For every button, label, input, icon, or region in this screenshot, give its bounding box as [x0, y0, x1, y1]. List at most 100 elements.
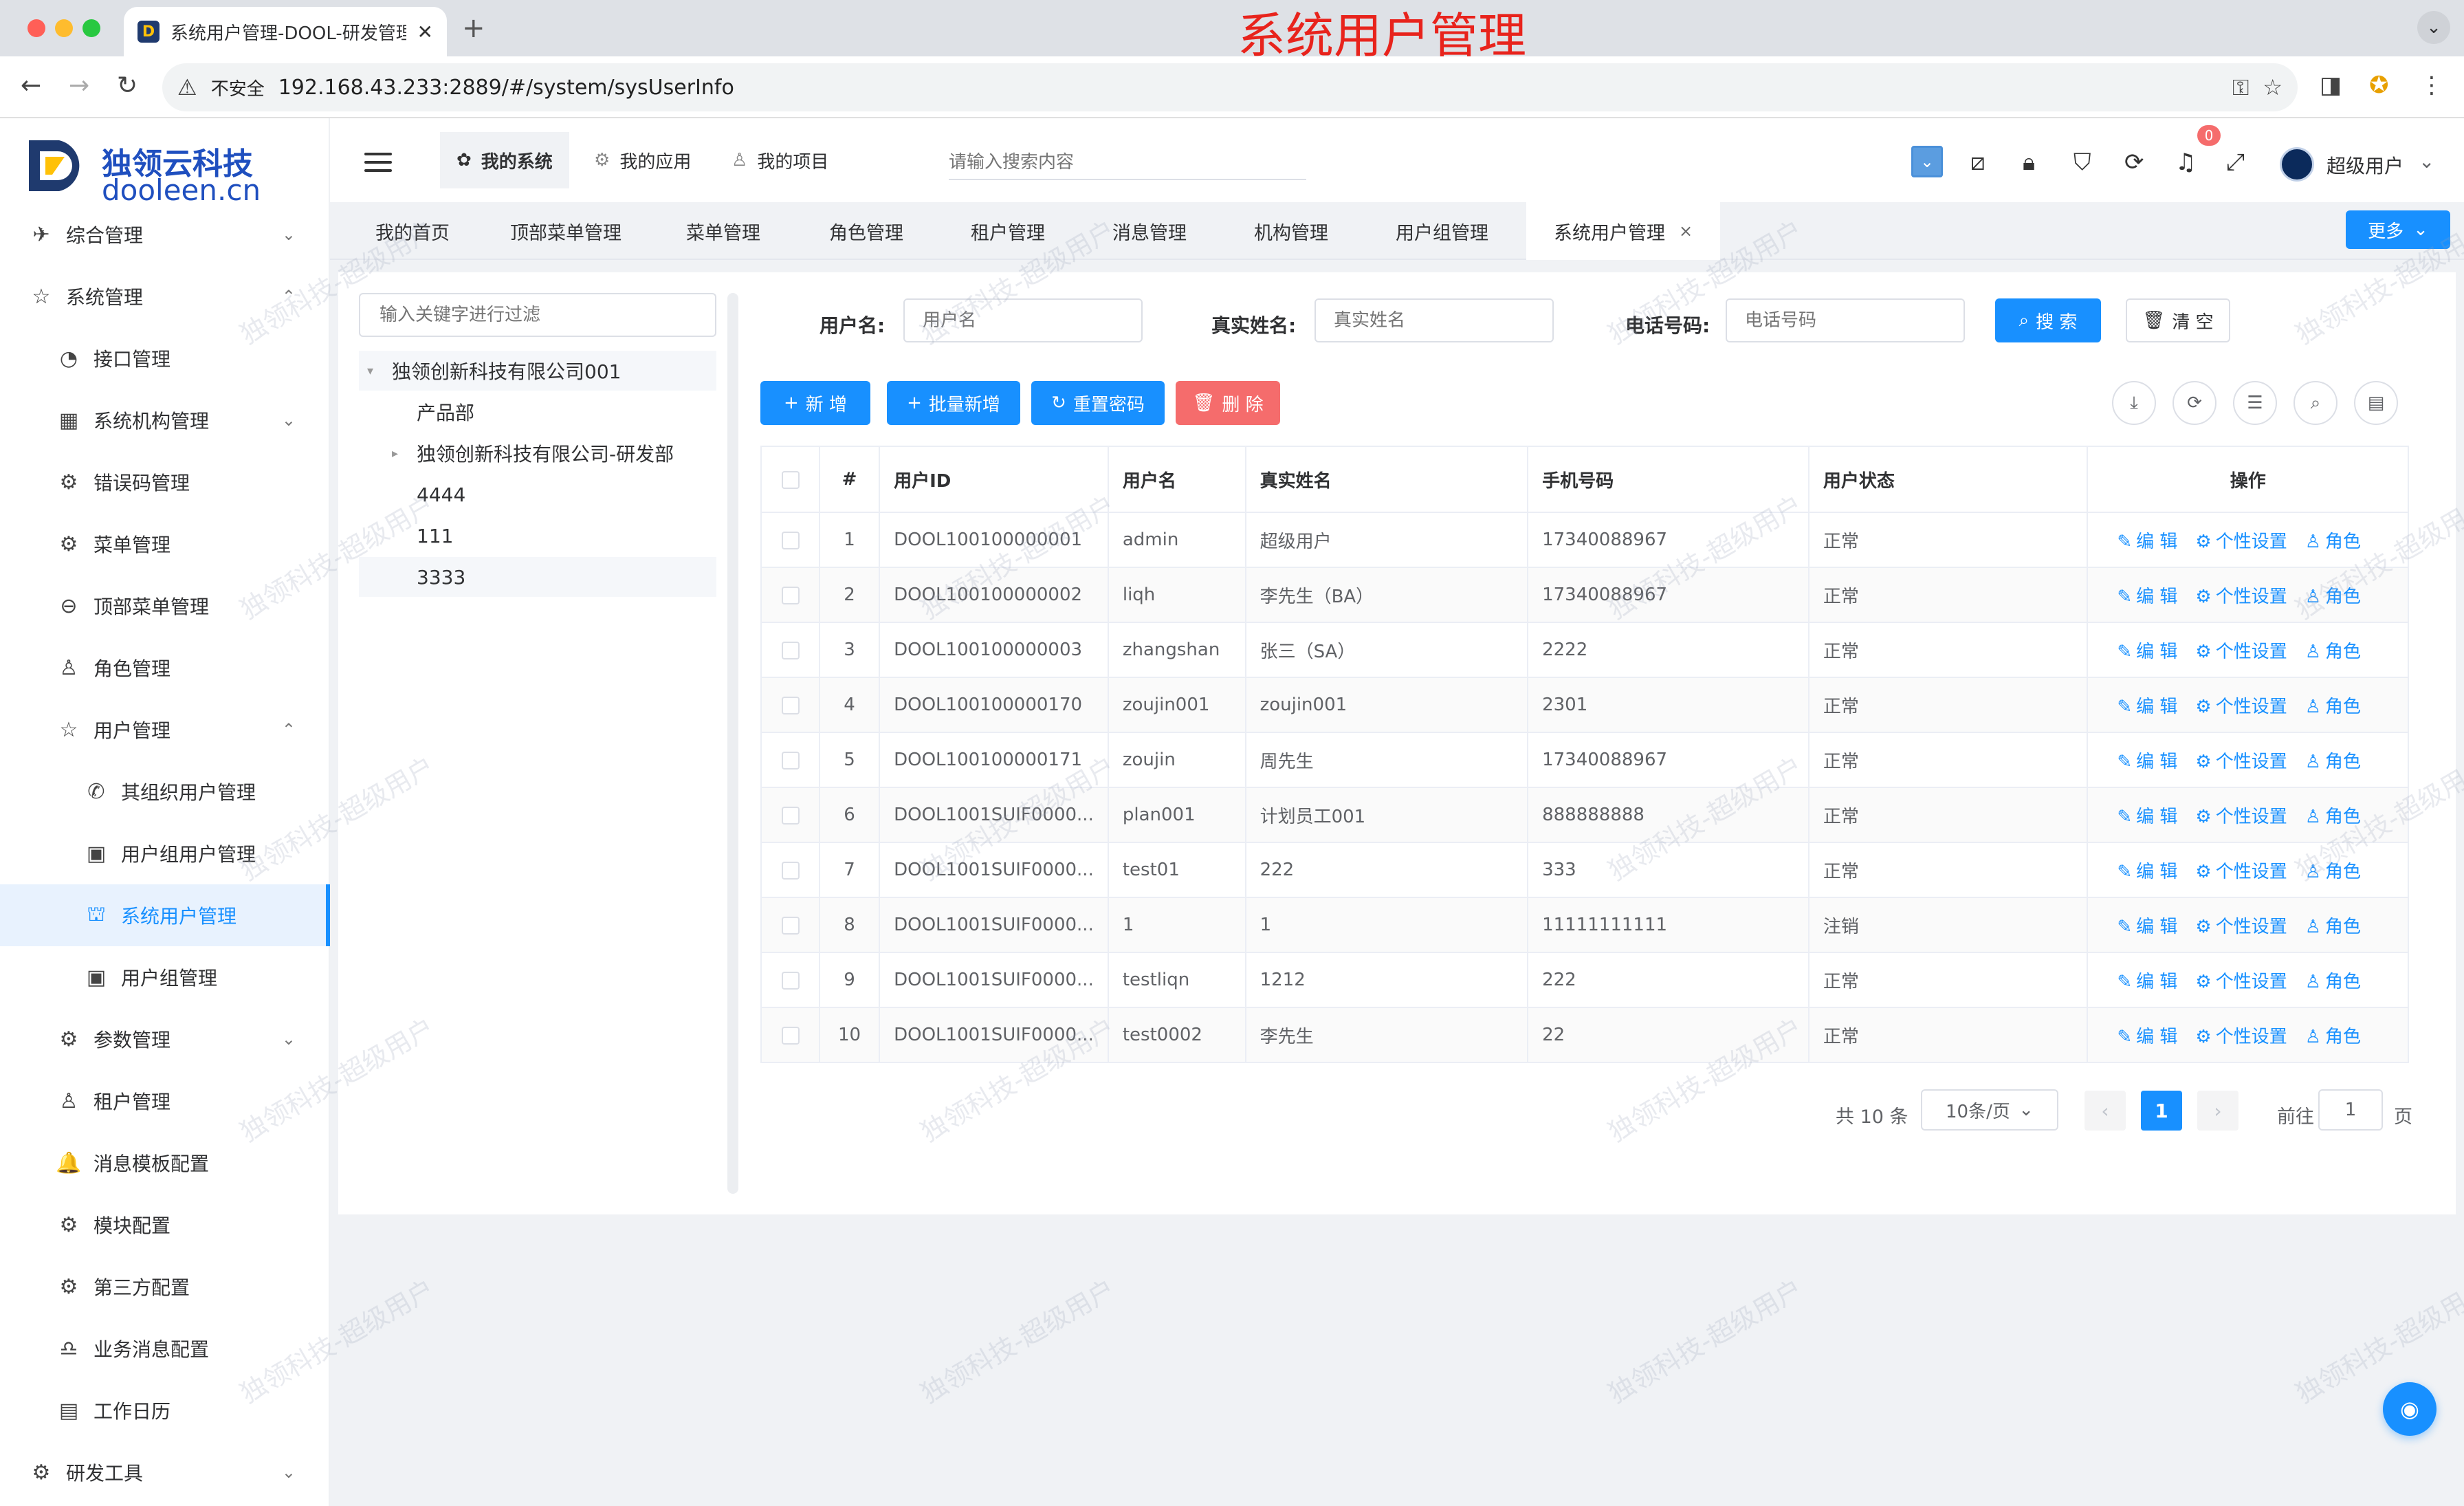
header-tab[interactable]: ✿ 我的系统 [440, 132, 569, 188]
sidebar-item[interactable]: ☆ 用户管理 ⌃ [0, 699, 330, 761]
edit-link[interactable]: ✎ 编 辑 [2117, 972, 2177, 992]
edit-link[interactable]: ✎ 编 辑 [2117, 642, 2177, 662]
role-link[interactable]: ♙ 角色 [2305, 532, 2361, 552]
row-select-cell[interactable] [761, 732, 821, 788]
goto-page-input[interactable] [2318, 1089, 2383, 1131]
personal-settings-link[interactable]: ⚙ 个性设置 [2195, 917, 2287, 937]
page-tab[interactable]: 系统用户管理 × [1526, 202, 1721, 260]
tree-node[interactable]: 4444 [359, 474, 716, 514]
row-select-cell[interactable] [761, 952, 821, 1008]
back-arrow-icon[interactable]: ← [21, 72, 41, 100]
dropdown-select-icon[interactable]: ⌄ [1911, 146, 1943, 177]
sidebar-item[interactable]: ▣ 用户组管理 [0, 946, 330, 1008]
sidebar-item[interactable]: ✆ 其组织用户管理 [0, 761, 330, 822]
sidebar-item[interactable]: ▣ 用户组用户管理 [0, 822, 330, 884]
add-button[interactable]: + 新 增 [760, 381, 870, 425]
tree-filter-input[interactable] [359, 293, 716, 337]
page-tab[interactable]: 机构管理 [1254, 202, 1328, 260]
shirt-icon[interactable]: ⛉ [2074, 149, 2091, 176]
window-minimize-button[interactable] [55, 19, 73, 37]
address-bar[interactable]: ⚠ 不安全 192.168.43.233:2889/#/system/sysUs… [162, 63, 2298, 111]
checkbox[interactable] [781, 916, 800, 935]
row-select-cell[interactable] [761, 677, 821, 733]
role-link[interactable]: ♙ 角色 [2305, 972, 2361, 992]
chevron-down-icon[interactable]: ⌄ [2419, 150, 2434, 173]
checkbox[interactable] [781, 641, 800, 659]
tree-node[interactable]: 3333 [359, 557, 716, 597]
page-1-button[interactable]: 1 [2141, 1091, 2182, 1131]
edit-link[interactable]: ✎ 编 辑 [2117, 862, 2177, 882]
phone-input[interactable] [1726, 298, 1965, 342]
sidebar-item[interactable]: ♙ 角色管理 [0, 637, 330, 699]
personal-settings-link[interactable]: ⚙ 个性设置 [2195, 642, 2287, 662]
sidebar-item[interactable]: ♎ 业务消息配置 [0, 1318, 330, 1379]
edit-link[interactable]: ✎ 编 辑 [2117, 752, 2177, 772]
sidebar-item[interactable]: ✈ 综合管理 ⌄ [0, 204, 330, 265]
next-page-button[interactable]: › [2197, 1091, 2238, 1131]
sidebar-item[interactable]: 🔔 消息模板配置 [0, 1132, 330, 1194]
row-select-cell[interactable] [761, 1007, 821, 1063]
prev-page-button[interactable]: ‹ [2084, 1091, 2126, 1131]
personal-settings-link[interactable]: ⚙ 个性设置 [2195, 532, 2287, 552]
row-select-cell[interactable] [761, 842, 821, 898]
tab-search-button[interactable]: ⌄ [2417, 11, 2450, 44]
sidebar-item[interactable]: ⚙ 参数管理 ⌄ [0, 1008, 330, 1070]
window-close-button[interactable] [28, 19, 45, 37]
lock-icon[interactable]: 🔒︎ [2023, 149, 2035, 176]
checkbox[interactable] [781, 861, 800, 880]
sidebar-item[interactable]: ⚙ 错误码管理 [0, 451, 330, 513]
download-icon[interactable]: ⤓ [2112, 381, 2156, 425]
sidebar-item[interactable]: ◔ 接口管理 [0, 327, 330, 389]
column-settings-icon[interactable]: ☰ [2233, 381, 2277, 425]
search-button[interactable]: ⌕ 搜 索 [1995, 298, 2101, 342]
search-icon[interactable]: ⌕ [2294, 381, 2338, 425]
more-tabs-button[interactable]: 更多 ⌄ [2346, 210, 2450, 249]
role-link[interactable]: ♙ 角色 [2305, 917, 2361, 937]
role-link[interactable]: ♙ 角色 [2305, 697, 2361, 717]
edit-link[interactable]: ✎ 编 辑 [2117, 807, 2177, 827]
fullscreen-icon[interactable]: ⤢ [2226, 149, 2245, 176]
bookmark-star-icon[interactable]: ☆ [2263, 74, 2282, 100]
personal-settings-link[interactable]: ⚙ 个性设置 [2195, 972, 2287, 992]
tree-node[interactable]: ▸ 独领创新科技有限公司-研发部 [359, 433, 716, 473]
edit-link[interactable]: ✎ 编 辑 [2117, 532, 2177, 552]
select-all-cell[interactable] [761, 446, 821, 513]
avatar[interactable] [2280, 147, 2314, 182]
close-icon[interactable]: × [1679, 221, 1693, 241]
sidebar-item[interactable]: ⚙ 研发工具 ⌄ [0, 1441, 330, 1503]
tree-node[interactable]: ▾ 独领创新科技有限公司001 [359, 351, 716, 391]
personal-settings-link[interactable]: ⚙ 个性设置 [2195, 697, 2287, 717]
row-select-cell[interactable] [761, 512, 821, 568]
edit-link[interactable]: ✎ 编 辑 [2117, 917, 2177, 937]
personal-settings-link[interactable]: ⚙ 个性设置 [2195, 807, 2287, 827]
sidebar-item[interactable]: ⚙ 第三方配置 [0, 1256, 330, 1318]
personal-settings-link[interactable]: ⚙ 个性设置 [2195, 587, 2287, 607]
row-select-cell[interactable] [761, 567, 821, 623]
forward-arrow-icon[interactable]: → [69, 72, 89, 100]
row-select-cell[interactable] [761, 897, 821, 953]
sidebar-item[interactable]: ☆ 系统管理 ⌃ [0, 265, 330, 327]
page-tab[interactable]: 用户组管理 [1396, 202, 1488, 260]
sidebar-item[interactable]: ▦ 系统机构管理 ⌄ [0, 389, 330, 451]
personal-settings-link[interactable]: ⚙ 个性设置 [2195, 1027, 2287, 1047]
page-tab[interactable]: 菜单管理 [686, 202, 760, 260]
sidepanel-icon[interactable]: ◨ [2320, 72, 2342, 99]
checkbox[interactable] [781, 586, 800, 604]
username[interactable]: 超级用户 [2326, 151, 2404, 179]
new-tab-button[interactable]: + [462, 12, 485, 44]
role-link[interactable]: ♙ 角色 [2305, 807, 2361, 827]
edit-link[interactable]: ✎ 编 辑 [2117, 1027, 2177, 1047]
url-text[interactable]: 192.168.43.233:2889/#/system/sysUserInfo [278, 76, 2219, 100]
checkbox[interactable] [781, 751, 800, 770]
kebab-menu-icon[interactable]: ⋮ [2420, 72, 2443, 99]
bell-icon[interactable]: ♫ [2175, 149, 2196, 176]
refresh-icon[interactable]: ⟳ [2172, 381, 2216, 425]
header-tab[interactable]: ⚙ 我的应用 [578, 132, 707, 188]
delete-button[interactable]: 🗑︎ 删 除 [1176, 381, 1280, 425]
personal-settings-link[interactable]: ⚙ 个性设置 [2195, 862, 2287, 882]
page-tab[interactable]: 租户管理 [971, 202, 1045, 260]
reload-icon[interactable]: ↻ [117, 72, 138, 100]
tree-node[interactable]: 111 [359, 516, 716, 556]
edit-link[interactable]: ✎ 编 辑 [2117, 587, 2177, 607]
page-tab[interactable]: 顶部菜单管理 [510, 202, 622, 260]
